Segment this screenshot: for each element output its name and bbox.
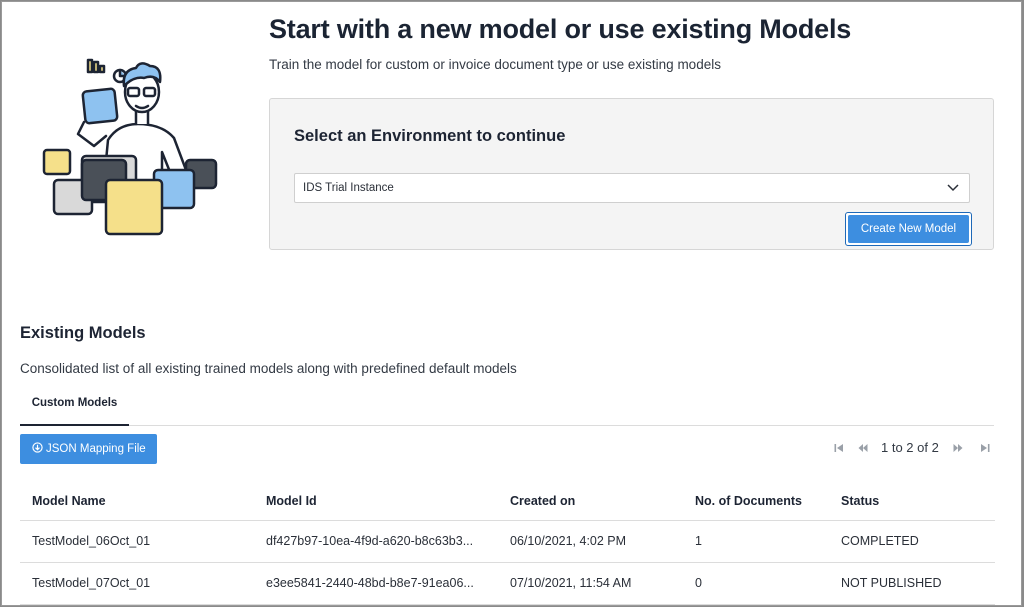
column-no-of-documents[interactable]: No. of Documents	[683, 482, 829, 521]
column-model-name[interactable]: Model Name	[20, 482, 254, 521]
column-model-id[interactable]: Model Id	[254, 482, 498, 521]
cell-no-of-documents: 0	[683, 562, 829, 605]
column-status[interactable]: Status	[829, 482, 995, 521]
cell-created-on: 07/10/2021, 11:54 AM	[498, 562, 683, 605]
page-range-text: 1 to 2 of 2	[881, 440, 939, 455]
cell-model-name: TestModel_07Oct_01	[20, 562, 254, 605]
last-page-icon[interactable]	[980, 443, 990, 453]
cell-status: NOT PUBLISHED	[829, 562, 995, 605]
cell-model-id: df427b97-10ea-4f9d-a620-b8c63b3...	[254, 520, 498, 563]
cell-status: COMPLETED	[829, 520, 995, 563]
cell-created-on: 06/10/2021, 4:02 PM	[498, 520, 683, 563]
environment-title: Select an Environment to continue	[294, 127, 566, 145]
create-new-model-label: Create New Model	[848, 215, 969, 243]
hero-illustration	[42, 58, 218, 236]
environment-select[interactable]: IDS Trial Instance	[294, 173, 970, 203]
existing-models-title: Existing Models	[20, 324, 146, 342]
first-page-icon[interactable]	[834, 443, 844, 453]
download-icon	[32, 442, 43, 453]
json-mapping-file-button[interactable]: JSON Mapping File	[20, 434, 157, 464]
cell-model-name: TestModel_06Oct_01	[20, 520, 254, 563]
pagination: 1 to 2 of 2	[830, 438, 994, 458]
page-subtitle: Train the model for custom or invoice do…	[269, 57, 721, 72]
environment-card: Select an Environment to continue IDS Tr…	[269, 98, 994, 250]
cell-model-id: e3ee5841-2440-48bd-b8e7-91ea06...	[254, 562, 498, 605]
table-header-row: Model Name Model Id Created on No. of Do…	[20, 482, 995, 521]
environment-select-value: IDS Trial Instance	[303, 182, 394, 194]
model-tabs: Custom Models	[20, 392, 994, 426]
models-table: Model Name Model Id Created on No. of Do…	[20, 482, 995, 605]
app-window: Start with a new model or use existing M…	[1, 1, 1022, 606]
cell-no-of-documents: 1	[683, 520, 829, 563]
table-row[interactable]: TestModel_06Oct_01 df427b97-10ea-4f9d-a6…	[20, 520, 995, 563]
prev-page-icon[interactable]	[858, 443, 868, 453]
table-row[interactable]: TestModel_07Oct_01 e3ee5841-2440-48bd-b8…	[20, 562, 995, 605]
page-title: Start with a new model or use existing M…	[269, 14, 852, 44]
json-mapping-file-label: JSON Mapping File	[46, 443, 146, 455]
create-new-model-button[interactable]: Create New Model	[845, 212, 972, 246]
column-created-on[interactable]: Created on	[498, 482, 683, 521]
chevron-down-icon	[947, 184, 959, 192]
existing-models-subtitle: Consolidated list of all existing traine…	[20, 361, 517, 376]
tab-custom-models[interactable]: Custom Models	[20, 392, 129, 426]
next-page-icon[interactable]	[953, 443, 963, 453]
